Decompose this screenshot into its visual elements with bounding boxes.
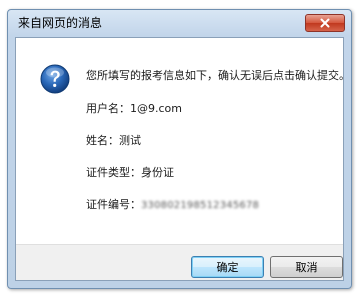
message-content: 您所填写的报考信息如下，确认无误后点击确认提交。 用户名：1@9.com 姓名：… — [16, 38, 350, 244]
close-button[interactable] — [305, 14, 345, 32]
username-value: 1@9.com — [130, 102, 182, 115]
close-icon — [320, 18, 330, 28]
message-dialog: 来自网页的消息 您所填写的报考信息如下，确认无误后点击确认提交。 用户名：1@9… — [7, 9, 352, 289]
username-label: 用户名： — [86, 102, 130, 115]
question-icon — [40, 64, 70, 94]
id-number-label: 证件编号： — [86, 198, 141, 211]
id-type-value: 身份证 — [141, 166, 174, 179]
id-number-row: 证件编号：330802198512345678 — [86, 198, 259, 213]
dialog-button-bar: 确定 取消 — [16, 244, 343, 280]
name-label: 姓名： — [86, 134, 119, 147]
id-type-row: 证件类型：身份证 — [86, 166, 174, 180]
dialog-titlebar[interactable]: 来自网页的消息 — [8, 10, 351, 36]
name-row: 姓名：测试 — [86, 134, 141, 148]
id-number-value: 330802198512345678 — [141, 200, 260, 211]
screen: 来自网页的消息 您所填写的报考信息如下，确认无误后点击确认提交。 用户名：1@9… — [0, 0, 362, 301]
name-value: 测试 — [119, 134, 141, 147]
dialog-client-area: 您所填写的报考信息如下，确认无误后点击确认提交。 用户名：1@9.com 姓名：… — [15, 37, 350, 281]
id-type-label: 证件类型： — [86, 166, 141, 179]
username-row: 用户名：1@9.com — [86, 102, 182, 116]
ok-button[interactable]: 确定 — [191, 256, 264, 278]
dialog-title: 来自网页的消息 — [18, 16, 103, 30]
cancel-button[interactable]: 取消 — [270, 256, 343, 278]
message-intro: 您所填写的报考信息如下，确认无误后点击确认提交。 — [86, 69, 350, 82]
